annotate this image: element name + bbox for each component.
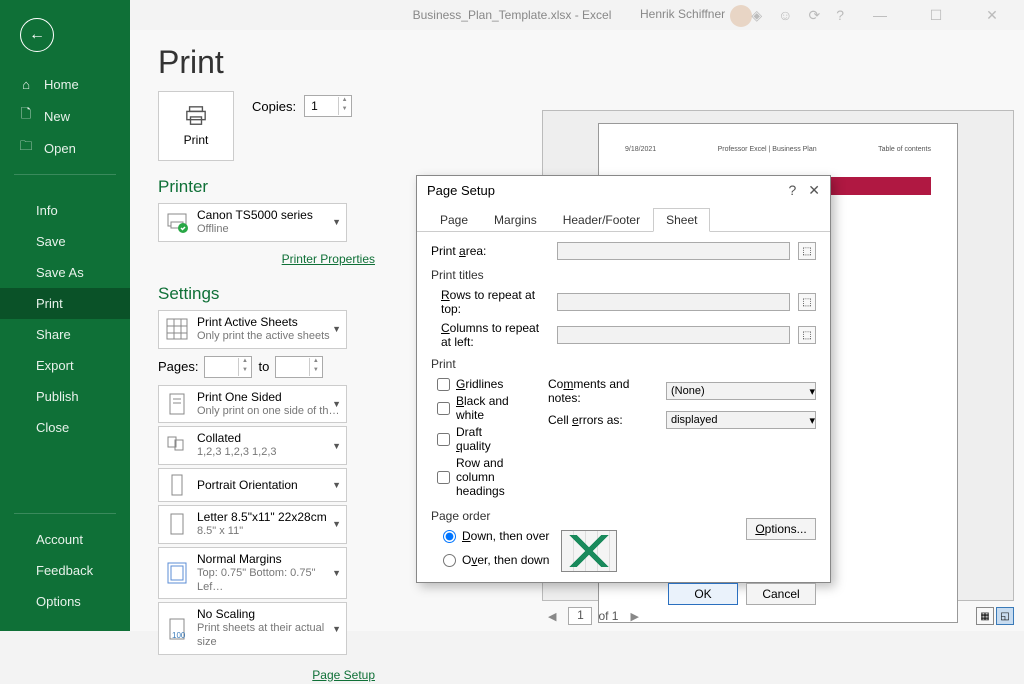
- sidebar-print[interactable]: Print: [0, 288, 130, 319]
- draft-checkbox[interactable]: Draft quality: [431, 425, 518, 453]
- sheets-icon: [165, 317, 189, 341]
- sidebar-export[interactable]: Export: [0, 350, 130, 381]
- avatar[interactable]: [730, 5, 752, 27]
- rows-repeat-input[interactable]: [557, 293, 790, 311]
- down-then-over-radio[interactable]: Down, then over: [437, 529, 549, 543]
- collate-icon: [165, 434, 189, 458]
- gridlines-checkbox[interactable]: Gridlines: [431, 377, 518, 391]
- sidebar-publish[interactable]: Publish: [0, 381, 130, 412]
- sidebar-feedback[interactable]: Feedback: [0, 555, 130, 586]
- sidebar-account[interactable]: Account: [0, 524, 130, 555]
- printer-dropdown[interactable]: Canon TS5000 seriesOffline ▼: [158, 203, 347, 242]
- sidebar-saveas[interactable]: Save As: [0, 257, 130, 288]
- close-button[interactable]: ✕: [972, 1, 1012, 29]
- scaling-dropdown[interactable]: 100 No ScalingPrint sheets at their actu…: [158, 602, 347, 655]
- sides-dropdown[interactable]: Print One SidedOnly print on one side of…: [158, 385, 347, 424]
- print-titles-label: Print titles: [431, 268, 816, 282]
- cancel-button[interactable]: Cancel: [746, 583, 816, 605]
- pages-from-input[interactable]: ▲▼: [204, 356, 252, 378]
- smiley-icon[interactable]: ☺: [778, 7, 792, 23]
- back-arrow-icon: ←: [29, 26, 45, 44]
- print-what-dropdown[interactable]: Print Active SheetsOnly print the active…: [158, 310, 347, 349]
- cols-repeat-range-button[interactable]: ⬚: [798, 326, 816, 344]
- pages-label: Pages:: [158, 359, 198, 374]
- help-icon[interactable]: ?: [836, 7, 844, 23]
- sidebar-share[interactable]: Share: [0, 319, 130, 350]
- print-button[interactable]: Print: [158, 91, 234, 161]
- new-icon: 🗋: [18, 108, 34, 124]
- bw-checkbox[interactable]: Black and white: [431, 394, 518, 422]
- sidebar-open[interactable]: 🗀Open: [0, 132, 130, 164]
- sidebar-options[interactable]: Options: [0, 586, 130, 617]
- papersize-icon: [165, 512, 189, 536]
- headings-checkbox[interactable]: Row and column headings: [431, 456, 518, 498]
- margins-dropdown[interactable]: Normal MarginsTop: 0.75" Bottom: 0.75" L…: [158, 547, 347, 600]
- tab-header-footer[interactable]: Header/Footer: [550, 208, 653, 232]
- margins-icon: [165, 561, 189, 585]
- rows-repeat-range-button[interactable]: ⬚: [798, 293, 816, 311]
- chevron-down-icon: ▼: [332, 217, 341, 227]
- window-title: Business_Plan_Template.xlsx - Excel: [413, 8, 612, 22]
- sidebar-home[interactable]: ⌂Home: [0, 68, 130, 100]
- tab-margins[interactable]: Margins: [481, 208, 550, 232]
- open-icon: 🗀: [18, 140, 34, 156]
- sidebar-info[interactable]: Info: [0, 195, 130, 226]
- comments-select[interactable]: (None)▾: [666, 382, 816, 400]
- cols-repeat-input[interactable]: [557, 326, 790, 344]
- user-name: Henrik Schiffner: [640, 7, 725, 21]
- copies-input[interactable]: 1 ▲▼: [304, 95, 352, 117]
- print-area-range-button[interactable]: ⬚: [798, 242, 816, 260]
- page-order-diagram-icon: [561, 530, 617, 572]
- portrait-icon: [165, 473, 189, 497]
- home-icon: ⌂: [18, 76, 34, 92]
- pages-to-input[interactable]: ▲▼: [275, 356, 323, 378]
- zoom-to-page-button[interactable]: ◱: [996, 607, 1014, 625]
- page-setup-link[interactable]: Page Setup: [312, 668, 375, 682]
- collated-dropdown[interactable]: Collated1,2,3 1,2,3 1,2,3 ▼: [158, 426, 347, 465]
- dialog-help-button[interactable]: ?: [788, 182, 796, 199]
- options-button[interactable]: Options...: [746, 518, 816, 540]
- svg-text:100: 100: [172, 631, 186, 640]
- tab-page[interactable]: Page: [427, 208, 481, 232]
- sidebar-close[interactable]: Close: [0, 412, 130, 443]
- printer-device-icon: [165, 210, 189, 234]
- minimize-button[interactable]: —: [860, 1, 900, 29]
- printer-icon: [182, 105, 210, 127]
- tab-sheet[interactable]: Sheet: [653, 208, 710, 232]
- dialog-title: Page Setup: [427, 183, 495, 198]
- diamond-icon[interactable]: ◈: [751, 7, 762, 24]
- ok-button[interactable]: OK: [668, 583, 738, 605]
- paper-size-dropdown[interactable]: Letter 8.5"x11" 22x28cm8.5" x 11" ▼: [158, 505, 347, 544]
- page-icon: [165, 392, 189, 416]
- page-setup-dialog: Page Setup ? ✕ Page Margins Header/Foote…: [416, 175, 831, 583]
- comments-label: Comments and notes:: [548, 377, 658, 405]
- orientation-dropdown[interactable]: Portrait Orientation ▼: [158, 468, 347, 502]
- sidebar-save[interactable]: Save: [0, 226, 130, 257]
- printer-props-link[interactable]: Printer Properties: [282, 252, 375, 266]
- dialog-close-button[interactable]: ✕: [808, 182, 820, 199]
- show-margins-button[interactable]: ▦: [976, 607, 994, 625]
- sidebar-new[interactable]: 🗋New: [0, 100, 130, 132]
- over-then-down-radio[interactable]: Over, then down: [437, 553, 549, 567]
- sync-icon[interactable]: ⟳: [808, 7, 820, 24]
- back-button[interactable]: ←: [20, 18, 54, 52]
- print-area-input[interactable]: [557, 242, 790, 260]
- maximize-button[interactable]: ☐: [916, 1, 956, 29]
- copies-label: Copies:: [252, 99, 296, 114]
- rows-repeat-label: Rows to repeat at top:: [431, 288, 549, 316]
- scaling-icon: 100: [165, 617, 189, 641]
- cols-repeat-label: Columns to repeat at left:: [431, 321, 549, 349]
- page-title: Print: [130, 30, 1024, 91]
- errors-label: Cell errors as:: [548, 413, 658, 427]
- errors-select[interactable]: displayed▾: [666, 411, 816, 429]
- print-section-label: Print: [431, 357, 816, 371]
- print-area-label: Print area:: [431, 244, 549, 258]
